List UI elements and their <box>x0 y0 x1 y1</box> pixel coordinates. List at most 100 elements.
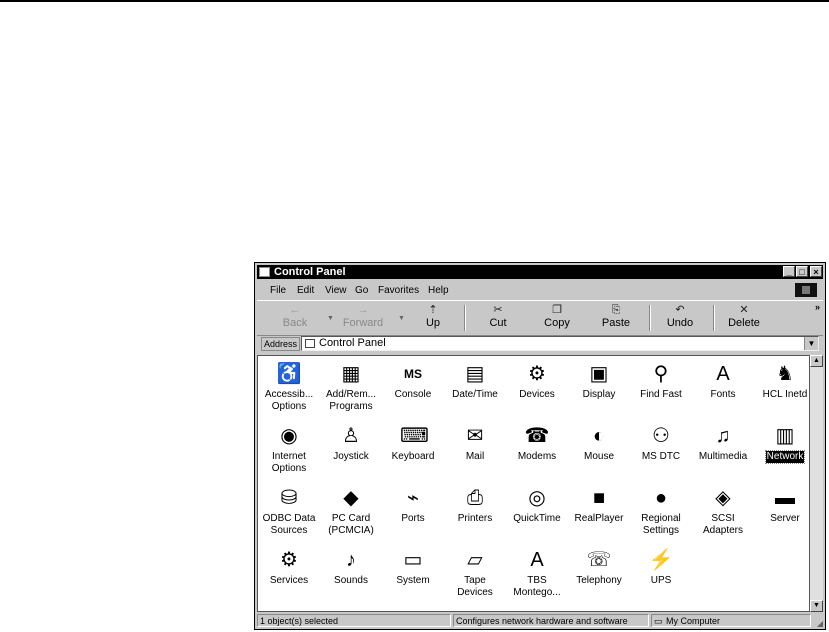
control-panel-item[interactable]: ▭ System <box>382 548 444 587</box>
hcl-inetd-icon: ♞ <box>776 363 794 385</box>
item-label: Services <box>269 575 309 586</box>
up-button[interactable]: ⇡ Up <box>407 303 459 329</box>
item-label-line2: (PCMCIA) <box>328 525 374 536</box>
address-field[interactable]: Control Panel ▼ <box>301 336 819 351</box>
control-panel-item[interactable]: ▱ Tape Devices <box>444 548 506 599</box>
menu-go[interactable]: Go <box>355 285 368 296</box>
control-panel-item[interactable]: ⚲ Find Fast <box>630 362 692 401</box>
scroll-up-button[interactable]: ▲ <box>810 355 823 367</box>
control-panel-item[interactable]: ▣ Display <box>568 362 630 401</box>
menu-help[interactable]: Help <box>428 285 449 296</box>
undo-button[interactable]: ↶ Undo <box>654 303 706 329</box>
title-bar[interactable]: Control Panel _ □ × <box>257 265 823 279</box>
sounds-icon: ♪ <box>346 549 356 571</box>
menu-favorites[interactable]: Favorites <box>378 285 419 296</box>
control-panel-item[interactable]: ⚙ Services <box>258 548 320 587</box>
item-label: Find Fast <box>640 389 682 400</box>
control-panel-item[interactable]: ✉ Mail <box>444 424 506 463</box>
item-label-line2: Settings <box>642 525 680 536</box>
back-arrow-icon: ← <box>289 304 301 316</box>
control-panel-item[interactable]: ◐ Mouse <box>568 424 630 463</box>
control-panel-item[interactable]: ⚙ Devices <box>506 362 568 401</box>
item-label: Keyboard <box>391 451 435 462</box>
odbc-icon: ⛁ <box>280 487 298 509</box>
control-panel-item[interactable]: ♿ Accessib... Options <box>258 362 320 413</box>
control-panel-item[interactable]: ⛁ ODBC Data Sources <box>258 486 320 537</box>
address-bar: Address Control Panel ▼ <box>257 335 823 353</box>
address-value: Control Panel <box>319 337 386 349</box>
control-panel-item[interactable]: ▦ Add/Rem... Programs <box>320 362 382 413</box>
item-label: Sounds <box>334 575 368 586</box>
forward-dropdown-arrow[interactable]: ▼ <box>398 315 405 322</box>
windows-logo-icon <box>795 283 817 297</box>
toolbar-overflow-chevron[interactable]: » <box>815 302 820 312</box>
minimize-button[interactable]: _ <box>783 266 795 277</box>
control-panel-item[interactable]: ⚡ UPS <box>630 548 692 587</box>
control-panel-item[interactable]: ▥ Network <box>754 424 816 464</box>
multimedia-icon: ♫ <box>715 425 731 447</box>
control-panel-item[interactable]: ⎙ Printers <box>444 486 506 525</box>
toolbar-separator <box>713 305 715 331</box>
control-panel-item[interactable]: ⚇ MS DTC <box>630 424 692 463</box>
resize-grip[interactable]: ◢ <box>817 619 823 628</box>
status-location: ▭ My Computer <box>651 614 811 627</box>
control-panel-item[interactable]: ◉ Internet Options <box>258 424 320 475</box>
item-label: Printers <box>457 513 493 524</box>
control-panel-item[interactable]: ◈ SCSI Adapters <box>692 486 754 537</box>
window-title: Control Panel <box>274 266 346 278</box>
undo-arrow-icon: ↶ <box>675 304 685 316</box>
modem-phone-icon: ☎ <box>524 425 550 447</box>
internet-options-icon: ◉ <box>280 425 298 447</box>
control-panel-item[interactable]: ☏ Telephony <box>568 548 630 587</box>
mouse-icon: ◐ <box>592 425 606 447</box>
item-label: Console <box>394 389 432 400</box>
item-label-line2: Options <box>271 401 307 412</box>
control-panel-app-icon[interactable] <box>259 267 270 277</box>
menu-file[interactable]: File <box>270 285 286 296</box>
control-panel-item[interactable]: ▤ Date/Time <box>444 362 506 401</box>
item-label: Ports <box>401 513 425 524</box>
control-panel-item[interactable]: ◎ QuickTime <box>506 486 568 525</box>
ports-icon: ⌁ <box>406 487 420 509</box>
vertical-scrollbar[interactable]: ▲ ▼ <box>810 355 823 612</box>
menu-view[interactable]: View <box>325 285 347 296</box>
control-panel-item[interactable]: ⌁ Ports <box>382 486 444 525</box>
control-panel-item[interactable]: ⌨ Keyboard <box>382 424 444 463</box>
scroll-down-button[interactable]: ▼ <box>810 600 823 612</box>
control-panel-item[interactable]: ◆ PC Card (PCMCIA) <box>320 486 382 537</box>
item-label: Telephony <box>576 575 622 586</box>
server-icon: ▬ <box>775 487 795 509</box>
ups-icon: ⚡ <box>648 549 674 571</box>
back-button[interactable]: ← Back <box>269 303 321 329</box>
item-label: UPS <box>650 575 672 586</box>
control-panel-item[interactable]: MS Console <box>382 362 444 401</box>
cut-button[interactable]: ✂ Cut <box>472 303 524 329</box>
control-panel-item[interactable]: ■ RealPlayer <box>568 486 630 525</box>
copy-icon: ❐ <box>552 304 562 316</box>
copy-button[interactable]: ❐ Copy <box>531 303 583 329</box>
item-label: Tape <box>464 575 486 586</box>
control-panel-item[interactable]: A TBS Montego... <box>506 548 568 599</box>
control-panel-item[interactable]: ♙ Joystick <box>320 424 382 463</box>
control-panel-item[interactable]: ♫ Multimedia <box>692 424 754 463</box>
menu-edit[interactable]: Edit <box>297 285 314 296</box>
control-panel-item[interactable]: ▬ Server <box>754 486 816 525</box>
delete-x-icon: ✕ <box>739 304 749 316</box>
address-dropdown-button[interactable]: ▼ <box>804 337 818 350</box>
control-panel-item[interactable]: A Fonts <box>692 362 754 401</box>
control-panel-item[interactable]: ♪ Sounds <box>320 548 382 587</box>
close-button[interactable]: × <box>810 266 822 277</box>
control-panel-item[interactable]: ♞ HCL Inetd <box>754 362 816 401</box>
control-panel-item[interactable]: ☎ Modems <box>506 424 568 463</box>
delete-button[interactable]: ✕ Delete <box>718 303 770 329</box>
maximize-button[interactable]: □ <box>796 266 808 277</box>
item-label: Modems <box>517 451 557 462</box>
back-dropdown-arrow[interactable]: ▼ <box>327 315 334 322</box>
forward-button[interactable]: → Forward <box>337 303 389 329</box>
page-top-rule <box>0 0 829 2</box>
paste-button[interactable]: ⎘ Paste <box>590 303 642 329</box>
control-panel-item[interactable]: ● Regional Settings <box>630 486 692 537</box>
item-label: Accessib... <box>264 389 314 400</box>
item-label: Joystick <box>333 451 369 462</box>
up-folder-icon: ⇡ <box>428 304 438 316</box>
